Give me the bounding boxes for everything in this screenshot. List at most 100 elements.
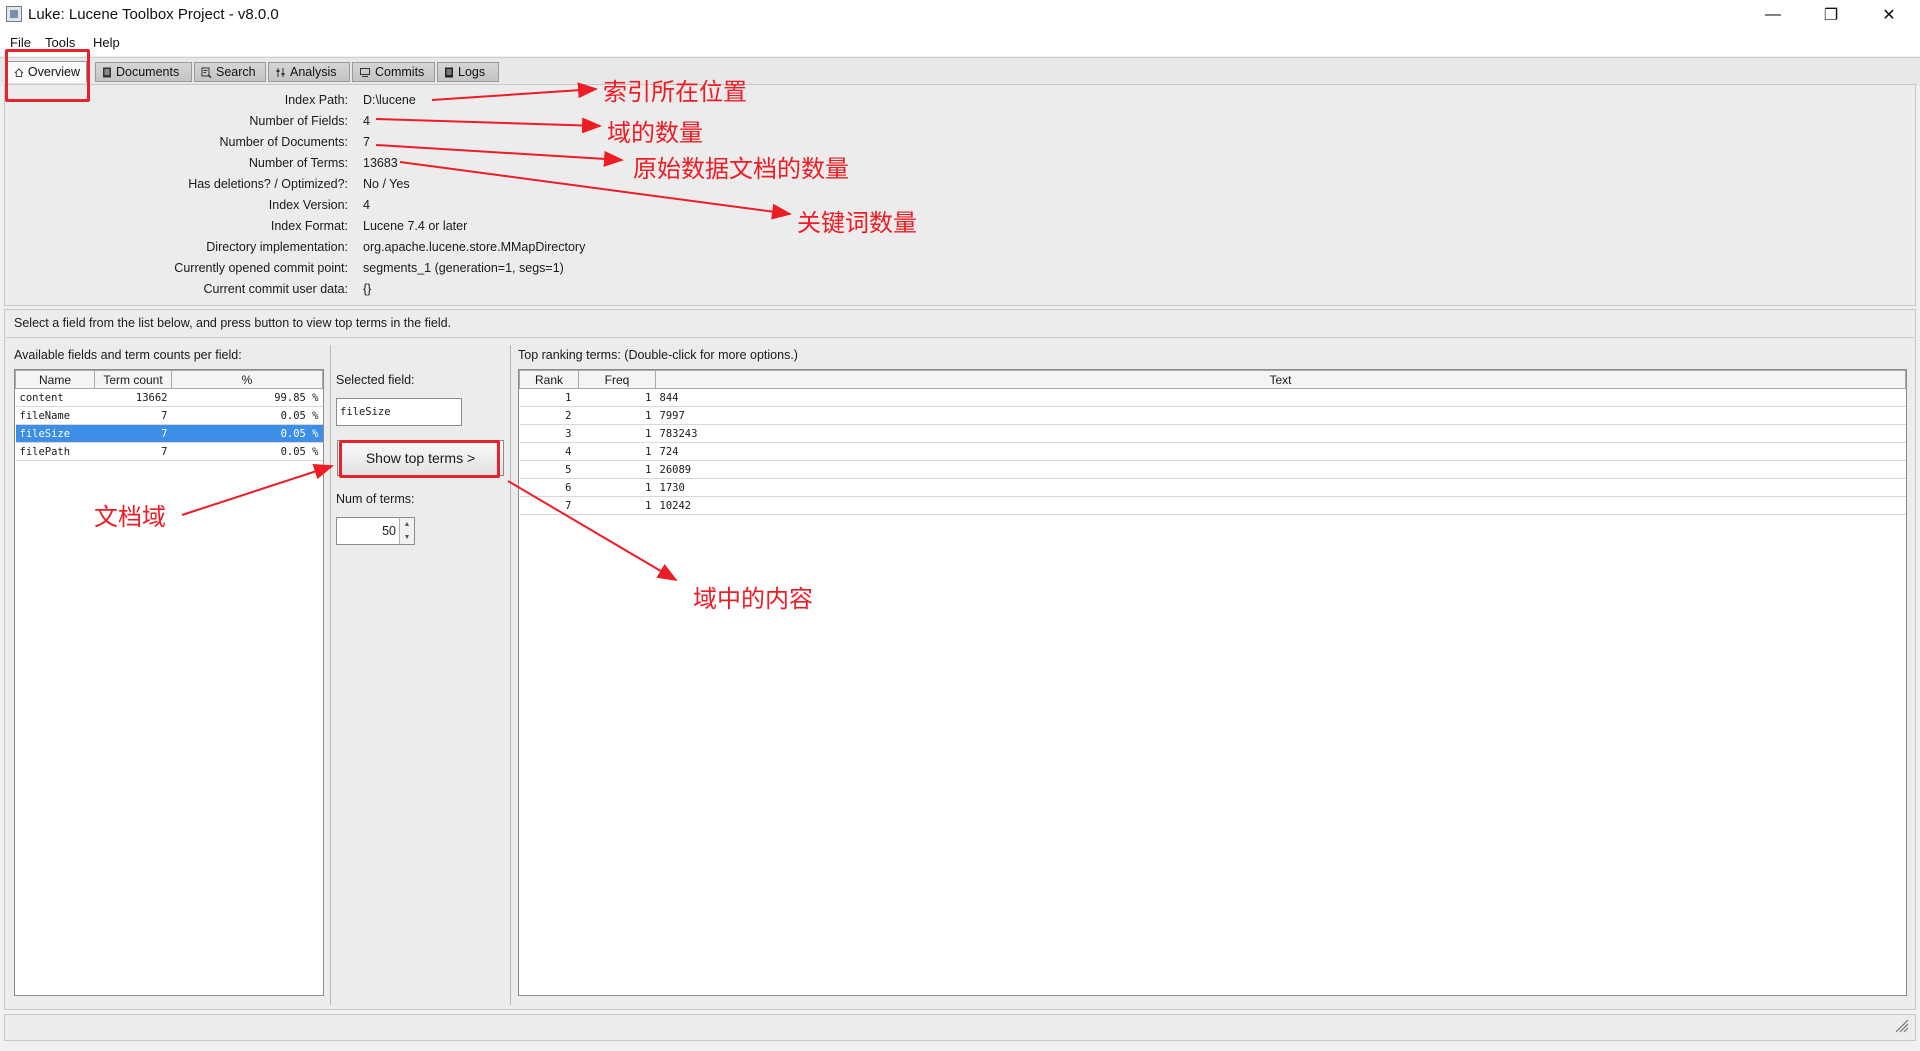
table-row[interactable]: 6 1 1730 [519,478,1906,497]
field-name: fileName [15,406,95,425]
menu-file[interactable]: File [10,35,31,50]
num-docs-label: Number of Documents: [219,135,348,149]
menu-tools[interactable]: Tools [45,35,75,50]
app-icon [6,6,22,22]
directory-impl-value: org.apache.lucene.store.MMapDirectory [363,240,586,254]
spinner-down-icon[interactable]: ▼ [400,531,414,544]
column-header-rank[interactable]: Rank [519,370,579,389]
tab-commits[interactable]: Commits [352,62,435,82]
num-fields-label: Number of Fields: [249,114,348,128]
table-row-selected[interactable]: fileSize 7 0.05 % [15,424,323,443]
restore-button[interactable]: ❐ [1802,0,1860,30]
index-format-value: Lucene 7.4 or later [363,219,468,233]
table-row[interactable]: fileName 7 0.05 % [15,406,323,425]
tab-label: Analysis [290,65,337,79]
field-term-count: 7 [94,442,172,461]
annotation-term-count: 关键词数量 [797,209,917,237]
index-version-value: 4 [363,198,370,212]
search-icon [201,67,212,78]
term-text: 783243 [655,424,1906,443]
highlight-overview-tab [5,49,90,102]
table-row[interactable]: 2 1 7997 [519,406,1906,425]
term-rank: 6 [519,478,579,497]
table-row[interactable]: 3 1 783243 [519,424,1906,443]
index-format-label: Index Format: [270,219,348,233]
tab-documents[interactable]: Documents [95,62,192,82]
num-terms-label: Number of Terms: [248,156,348,170]
tab-analysis[interactable]: Analysis [268,62,350,82]
term-freq: 1 [578,442,656,461]
field-term-count: 13662 [94,388,172,407]
tab-logs[interactable]: Logs [437,62,499,82]
num-terms-value: 13683 [363,156,398,170]
split-handle-left[interactable] [330,345,331,1005]
annotation-field-count: 域的数量 [607,119,703,147]
fields-table: Name Term count % content 13662 99.85 % … [15,370,323,461]
column-header-percent[interactable]: % [171,370,323,389]
num-terms-spinner[interactable]: 50 ▲ ▼ [336,517,415,545]
term-rank: 2 [519,406,579,425]
menu-help[interactable]: Help [93,35,120,50]
divider [6,337,1914,338]
split-handle-right[interactable] [510,345,511,1005]
table-row[interactable]: content 13662 99.85 % [15,388,323,407]
tab-label: Logs [458,65,486,79]
term-text: 724 [655,442,1906,461]
analysis-icon [276,67,285,77]
status-icon[interactable] [1894,1018,1912,1036]
term-text: 844 [655,388,1906,407]
field-percent: 0.05 % [171,442,323,461]
close-button[interactable]: ✕ [1860,0,1918,30]
term-rank: 5 [519,460,579,479]
term-text: 26089 [655,460,1906,479]
column-header-name[interactable]: Name [15,370,95,389]
field-name: content [15,388,95,407]
annotation-field-content: 域中的内容 [693,585,813,613]
terms-table: Rank Freq Text 1 1 844 2 1 7997 3 1 7832… [519,370,1906,515]
term-text: 7997 [655,406,1906,425]
title-bar [0,0,1920,30]
table-row[interactable]: 1 1 844 [519,388,1906,407]
term-text: 10242 [655,496,1906,515]
num-terms-label: Num of terms: [336,492,415,506]
commits-icon [360,67,370,77]
num-docs-value: 7 [363,135,370,149]
term-freq: 1 [578,460,656,479]
fields-panel-title: Available fields and term counts per fie… [14,348,242,362]
table-row[interactable]: 5 1 26089 [519,460,1906,479]
num-fields-value: 4 [363,114,370,128]
term-freq: 1 [578,478,656,497]
document-icon [103,67,111,77]
table-row[interactable]: 7 1 10242 [519,496,1906,515]
term-rank: 7 [519,496,579,515]
column-header-term-count[interactable]: Term count [94,370,172,389]
tab-label: Commits [375,65,425,79]
spinner-buttons: ▲ ▼ [399,518,414,544]
directory-impl-label: Directory implementation: [206,240,348,254]
field-term-count: 7 [94,424,172,443]
logs-icon [445,67,453,77]
deletions-label: Has deletions? / Optimized?: [188,177,348,191]
highlight-show-terms-button [339,440,500,478]
column-header-text[interactable]: Text [655,370,1906,389]
fields-table-container [14,369,324,996]
field-percent: 0.05 % [171,424,323,443]
table-row[interactable]: 4 1 724 [519,442,1906,461]
tab-search[interactable]: Search [194,62,266,82]
field-name: fileSize [15,424,95,443]
commit-point-value: segments_1 (generation=1, segs=1) [363,261,564,275]
term-text: 1730 [655,478,1906,497]
spinner-up-icon[interactable]: ▲ [400,518,414,531]
table-row[interactable]: filePath 7 0.05 % [15,442,323,461]
terms-panel-title: Top ranking terms: (Double-click for mor… [518,348,798,362]
field-percent: 0.05 % [171,406,323,425]
term-rank: 3 [519,424,579,443]
term-freq: 1 [578,388,656,407]
selected-field-input[interactable]: fileSize [336,398,462,426]
column-header-freq[interactable]: Freq [578,370,656,389]
term-freq: 1 [578,406,656,425]
selected-field-label: Selected field: [336,373,415,387]
deletions-value: No / Yes [363,177,410,191]
minimize-button[interactable]: — [1744,0,1802,30]
field-term-count: 7 [94,406,172,425]
